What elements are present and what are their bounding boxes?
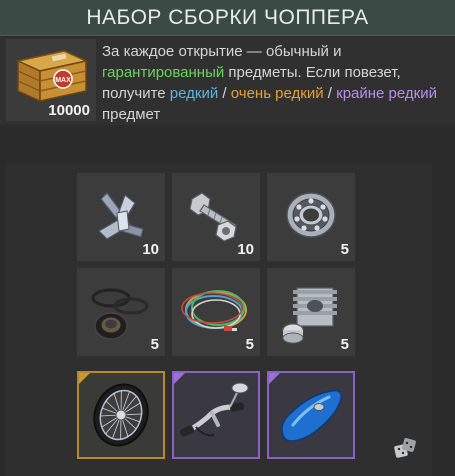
item-quantity: 5 bbox=[245, 336, 254, 353]
desc-sep2: / bbox=[323, 85, 337, 102]
item-slot-handlebar[interactable] bbox=[172, 371, 260, 459]
crate-label-art: MAX bbox=[55, 77, 71, 84]
item-slot-fuel-tank[interactable] bbox=[267, 371, 355, 459]
crate-icon: MAX bbox=[15, 50, 89, 103]
item-slot-gaskets[interactable]: 5 bbox=[77, 268, 165, 356]
item-quantity: 5 bbox=[340, 241, 349, 258]
item-slot-wheel[interactable] bbox=[77, 371, 165, 459]
header-bar: НАБОР СБОРКИ ЧОППЕРА bbox=[0, 0, 455, 36]
item-slot-wires[interactable]: 5 bbox=[172, 268, 260, 356]
crate-quantity: 10000 bbox=[48, 102, 90, 119]
item-slot-metal-scrap[interactable]: 10 bbox=[77, 173, 165, 261]
desc-part3: предмет bbox=[102, 106, 161, 123]
desc-sep1: / bbox=[218, 85, 231, 102]
page-title: НАБОР СБОРКИ ЧОППЕРА bbox=[86, 5, 369, 29]
kit-info-panel: MAX 10000 За каждое открытие — обычный и… bbox=[0, 37, 455, 125]
item-quantity: 5 bbox=[340, 336, 349, 353]
wheel-icon bbox=[93, 383, 149, 447]
crate-slot[interactable]: MAX 10000 bbox=[6, 39, 96, 121]
kit-description: За каждое открытие — обычный и гарантиро… bbox=[102, 41, 447, 125]
item-quantity: 5 bbox=[150, 336, 159, 353]
extremely-rare-label: крайне редкий bbox=[336, 85, 437, 102]
rare-label: редкий bbox=[169, 85, 219, 102]
item-quantity: 10 bbox=[142, 241, 159, 258]
desc-part1: За каждое открытие — обычный и bbox=[102, 43, 342, 60]
handlebar-icon bbox=[179, 382, 249, 437]
item-quantity: 10 bbox=[237, 241, 254, 258]
very-rare-label: очень редкий bbox=[230, 85, 324, 102]
fuel-tank-icon bbox=[281, 389, 343, 442]
guaranteed-label: гарантированный bbox=[102, 64, 225, 81]
dice-icon[interactable] bbox=[393, 437, 417, 461]
item-slot-cylinder[interactable]: 5 bbox=[267, 268, 355, 356]
item-slot-bolt-nut[interactable]: 10 bbox=[172, 173, 260, 261]
item-slot-bearing[interactable]: 5 bbox=[267, 173, 355, 261]
